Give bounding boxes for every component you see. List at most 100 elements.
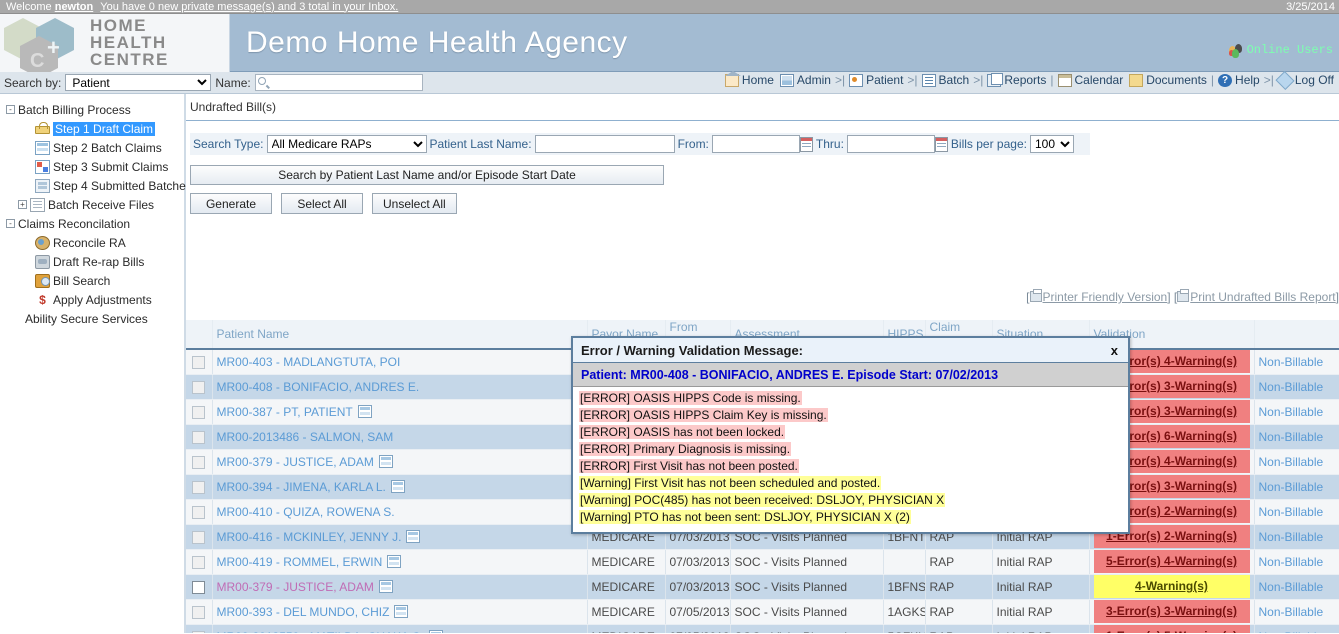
sidebar-item-step-2-batch-claims[interactable]: Step 2 Batch Claims: [4, 138, 184, 157]
episode-grid-icon[interactable]: [406, 529, 421, 543]
nav-label-patient: Patient: [866, 73, 904, 87]
row-checkbox[interactable]: [192, 355, 206, 369]
calendar-picker-icon-thru[interactable]: [934, 136, 948, 152]
billable-status: Non-Billable: [1258, 504, 1324, 519]
bills-per-page-select[interactable]: 100: [1029, 135, 1074, 153]
sidebar-item-reconcile-ra[interactable]: Reconcile RA: [4, 233, 184, 252]
episode-grid-icon[interactable]: [378, 579, 393, 593]
situation-value: Initial RAP: [996, 554, 1053, 569]
online-users-link[interactable]: Online Users: [1228, 42, 1333, 58]
help-icon: ?: [1218, 73, 1233, 87]
printer-icon: [1029, 289, 1042, 302]
nav-item-home[interactable]: Home: [722, 70, 777, 87]
billable-status: Non-Billable: [1258, 579, 1324, 594]
row-checkbox[interactable]: [192, 530, 206, 544]
patient-name-link[interactable]: MR00-403 - MADLANGTUTA, POI: [217, 355, 401, 369]
sidebar-group-batch-billing-process[interactable]: - Batch Billing Process: [4, 100, 184, 119]
generate-button[interactable]: Generate: [190, 193, 272, 214]
nav-item-reports[interactable]: Reports: [984, 72, 1049, 87]
close-icon[interactable]: x: [1109, 343, 1120, 358]
username-link[interactable]: newton: [55, 1, 94, 13]
content-title: Undrafted Bill(s): [190, 100, 277, 114]
col-checkbox: [186, 320, 213, 350]
collapse-toggle-icon[interactable]: -: [6, 219, 15, 228]
nav-item-logoff[interactable]: Log Off: [1275, 70, 1337, 90]
nav-item-calendar[interactable]: Calendar: [1055, 73, 1127, 87]
row-checkbox[interactable]: [192, 555, 206, 569]
inbox-message-link[interactable]: You have 0 new private message(s) and 3 …: [100, 1, 398, 13]
top-navigation: Home Admin >| Patient >| Batch >| Reports | …: [722, 70, 1337, 90]
sidebar-item-ability-secure-services[interactable]: Ability Secure Services: [4, 309, 184, 328]
sidebar-item-step-3-submit-claims[interactable]: Step 3 Submit Claims: [4, 157, 184, 176]
calendar-picker-icon-from[interactable]: [799, 136, 813, 152]
episode-grid-icon[interactable]: [387, 554, 402, 568]
patient-name-link[interactable]: MR00-387 - PT, PATIENT: [217, 405, 353, 419]
thru-date-input[interactable]: [846, 135, 935, 153]
bill-search-icon: [35, 273, 50, 288]
nav-item-admin[interactable]: Admin: [777, 73, 834, 87]
validation-status-link[interactable]: 4-Warning(s): [1093, 575, 1250, 598]
cell-billable: Non-Billable: [1254, 424, 1339, 450]
sidebar-item-step-1-draft-claim[interactable]: Step 1 Draft Claim: [4, 119, 184, 138]
row-checkbox[interactable]: [192, 605, 206, 619]
printer-friendly-version-link[interactable]: Printer Friendly Version: [1043, 290, 1168, 304]
from-date-input[interactable]: [711, 135, 800, 153]
patient-name-link[interactable]: MR00-410 - QUIZA, ROWENA S.: [217, 505, 395, 519]
nav-item-batch[interactable]: Batch: [919, 73, 973, 87]
sidebar-item-step-4-submitted-batches[interactable]: Step 4 Submitted Batches: [4, 176, 192, 195]
validation-warning-message: [Warning] First Visit has not been sched…: [579, 476, 882, 490]
search-by-select[interactable]: Patient: [65, 74, 212, 91]
patient-name-link[interactable]: MR00-379 - JUSTICE, ADAM: [217, 455, 374, 469]
episode-grid-icon[interactable]: [390, 479, 405, 493]
patient-name-link[interactable]: MR00-2013550 - MATILDA, CHAKA C.: [217, 630, 424, 634]
row-checkbox[interactable]: [192, 480, 206, 494]
row-checkbox[interactable]: [192, 505, 206, 519]
nav-item-help[interactable]: ? Help: [1215, 73, 1263, 87]
nav-item-documents[interactable]: Documents: [1126, 73, 1210, 87]
patient-name-link[interactable]: MR00-416 - MCKINLEY, JENNY J.: [217, 530, 402, 544]
search-type-select[interactable]: All Medicare RAPs: [266, 135, 427, 153]
row-checkbox[interactable]: [192, 455, 206, 469]
patient-name-link[interactable]: MR00-419 - ROMMEL, ERWIN: [217, 555, 383, 569]
nav-item-patient[interactable]: Patient: [846, 73, 906, 87]
episode-grid-icon[interactable]: [378, 454, 393, 468]
sidebar-item-apply-adjustments[interactable]: $ Apply Adjustments: [4, 290, 184, 309]
cell-patient-name: MR00-410 - QUIZA, ROWENA S.: [212, 499, 588, 525]
row-checkbox[interactable]: [192, 405, 206, 419]
patient-last-name-input[interactable]: [534, 135, 675, 153]
chevron-right-icon: >|: [907, 73, 918, 87]
cell-patient-name: MR00-403 - MADLANGTUTA, POI: [212, 349, 588, 375]
validation-status-link[interactable]: 1-Error(s) 5-Warning(s): [1093, 625, 1250, 633]
row-checkbox[interactable]: [192, 630, 206, 633]
nav-label-reports: Reports: [1004, 73, 1047, 87]
validation-status-link[interactable]: 5-Error(s) 4-Warning(s): [1093, 550, 1250, 573]
patient-name-link[interactable]: MR00-394 - JIMENA, KARLA L.: [217, 480, 386, 494]
episode-grid-icon[interactable]: [394, 604, 409, 618]
sidebar-item-batch-receive-files[interactable]: + Batch Receive Files: [4, 195, 184, 214]
cell-assessment: SOC - Visits Planned: [730, 549, 884, 575]
col-patient-name[interactable]: Patient Name: [212, 320, 588, 350]
patient-name-link[interactable]: MR00-379 - JUSTICE, ADAM: [217, 580, 374, 594]
name-input[interactable]: [254, 74, 423, 91]
logo-line-2: HEALTH: [90, 33, 167, 52]
expand-toggle-icon[interactable]: +: [18, 200, 27, 209]
validation-status-link[interactable]: 3-Error(s) 3-Warning(s): [1093, 600, 1250, 623]
sidebar-group-claims-reconcilation[interactable]: - Claims Reconcilation: [4, 214, 184, 233]
sidebar-item-draft-re-rap-bills[interactable]: Draft Re-rap Bills: [4, 252, 184, 271]
patient-name-link[interactable]: MR00-2013486 - SALMON, SAM: [217, 430, 394, 444]
row-checkbox[interactable]: [192, 580, 206, 594]
row-checkbox[interactable]: [192, 430, 206, 444]
episode-grid-icon[interactable]: [357, 404, 372, 418]
grid-icon: [35, 140, 50, 155]
unselect-all-button[interactable]: Unselect All: [372, 193, 457, 214]
search-by-last-name-button[interactable]: Search by Patient Last Name and/or Episo…: [190, 165, 664, 185]
collapse-toggle-icon[interactable]: -: [6, 105, 15, 114]
episode-grid-icon[interactable]: [428, 629, 443, 633]
select-all-button[interactable]: Select All: [281, 193, 363, 214]
name-label: Name:: [215, 75, 251, 90]
patient-name-link[interactable]: MR00-408 - BONIFACIO, ANDRES E.: [217, 380, 420, 394]
print-undrafted-bills-report-link[interactable]: Print Undrafted Bills Report: [1190, 290, 1335, 304]
patient-name-link[interactable]: MR00-393 - DEL MUNDO, CHIZ: [217, 605, 390, 619]
row-checkbox[interactable]: [192, 380, 206, 394]
sidebar-item-bill-search[interactable]: Bill Search: [4, 271, 184, 290]
